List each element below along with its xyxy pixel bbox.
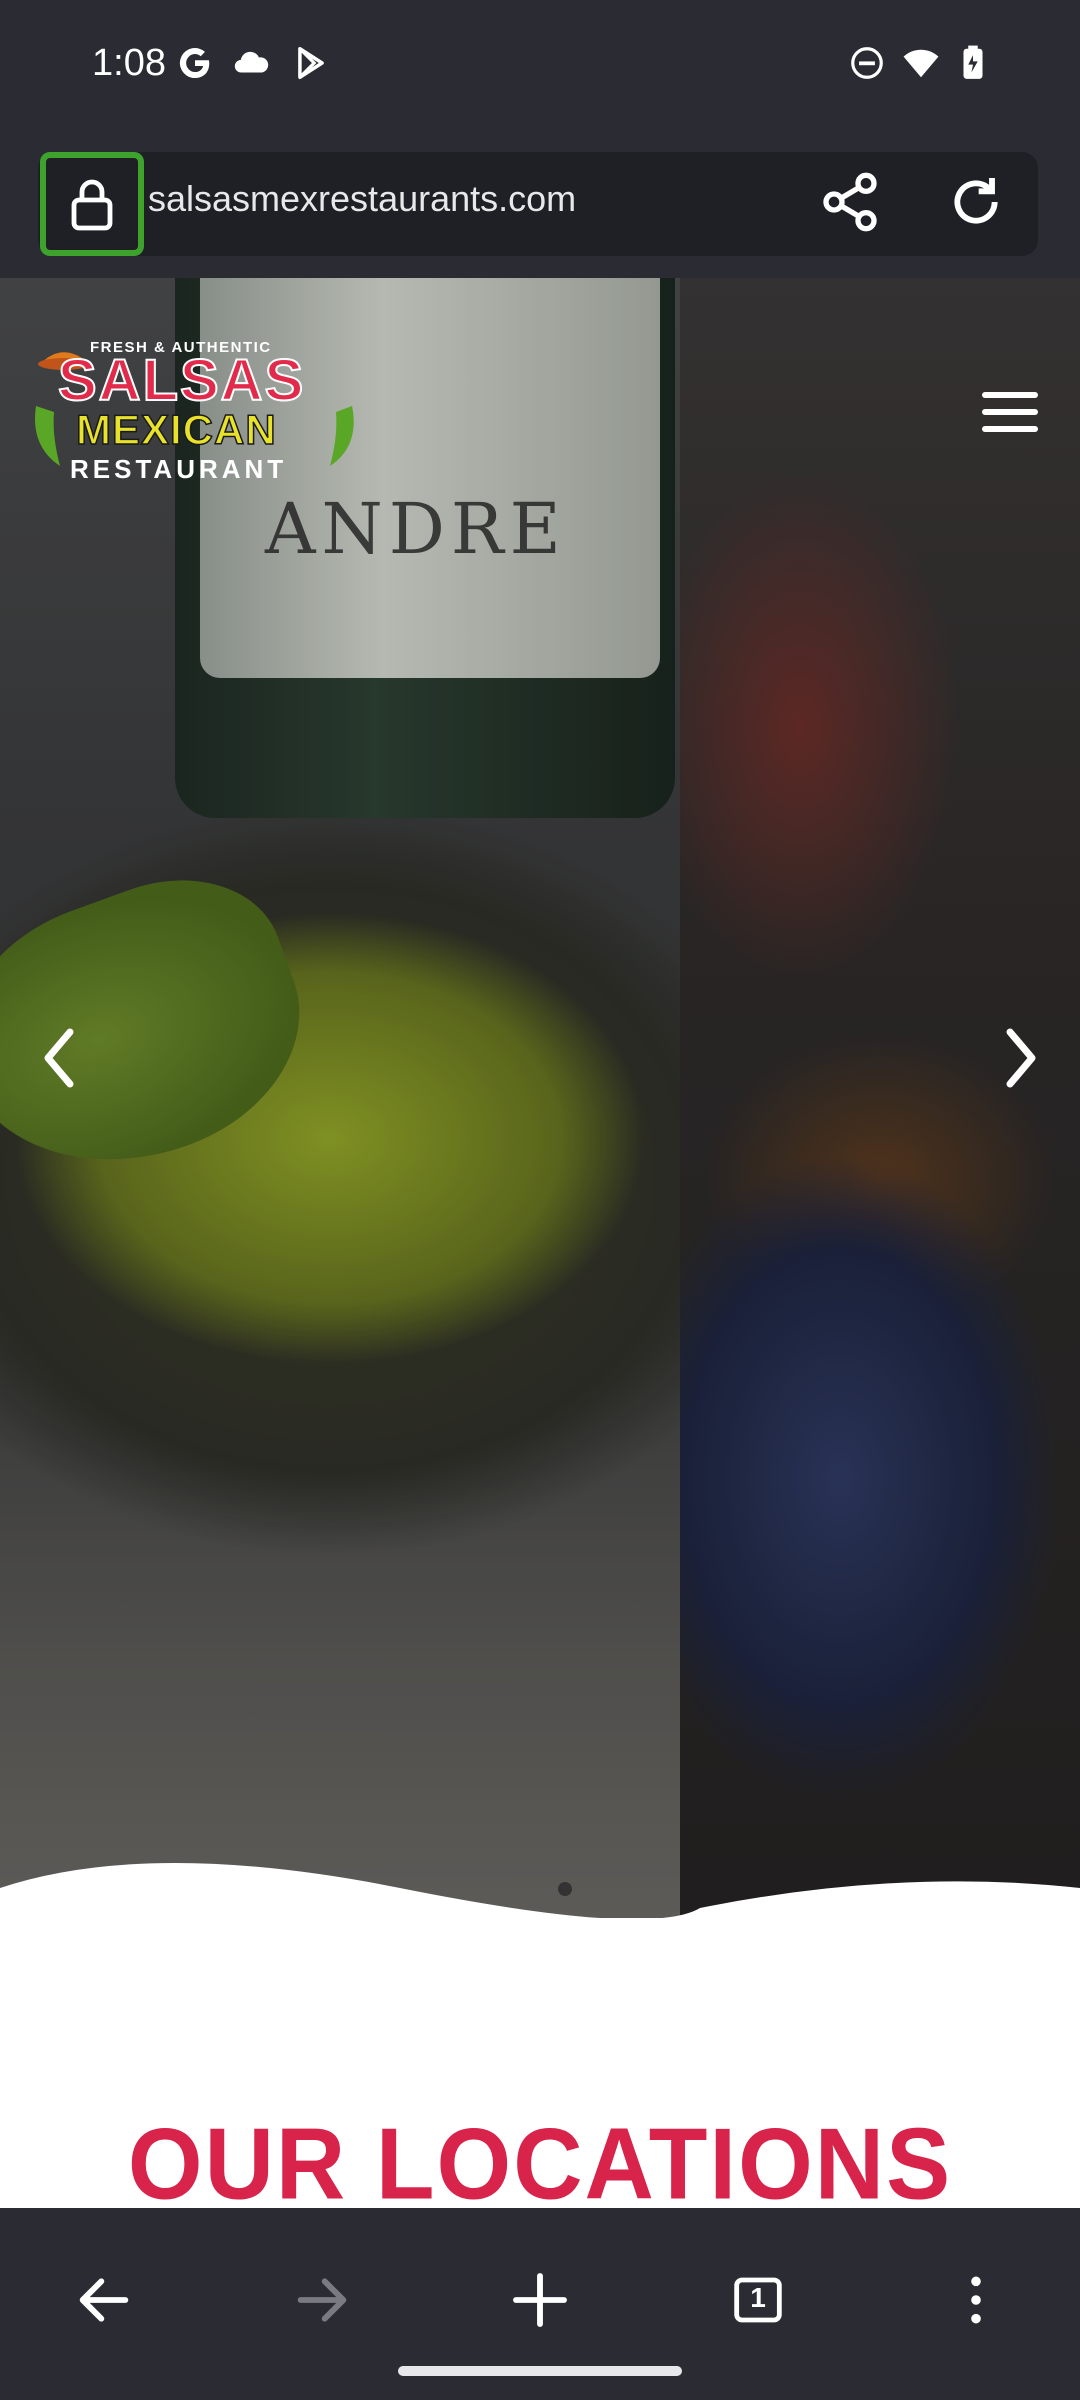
battery-charging-icon bbox=[963, 45, 983, 79]
url-text[interactable]: salsasmexrestaurants.com bbox=[148, 178, 576, 220]
back-arrow-icon[interactable] bbox=[72, 2268, 136, 2332]
forward-arrow-icon[interactable] bbox=[290, 2268, 354, 2332]
more-options-icon[interactable] bbox=[944, 2268, 1008, 2332]
carousel-indicator-dot[interactable] bbox=[558, 1882, 572, 1896]
share-icon[interactable] bbox=[818, 170, 882, 234]
hamburger-menu-icon[interactable] bbox=[982, 390, 1038, 434]
wifi-icon bbox=[903, 49, 939, 78]
chevron-right-icon[interactable] bbox=[990, 1018, 1050, 1098]
tab-count: 1 bbox=[750, 2282, 766, 2313]
play-store-icon bbox=[298, 47, 324, 79]
browser-toolbar: salsasmexrestaurants.com bbox=[0, 140, 1080, 278]
status-bar: 1:08 bbox=[0, 0, 1080, 140]
chevron-left-icon[interactable] bbox=[30, 1018, 90, 1098]
lock-icon bbox=[71, 179, 113, 231]
browser-bottom-bar: 1 bbox=[0, 2208, 1080, 2400]
status-time: 1:08 bbox=[92, 42, 166, 84]
logo-restaurant: RESTAURANT bbox=[70, 454, 287, 484]
hero-carousel: ANDRE FRESH & AUTHENTIC SALSAS MEXICAN R… bbox=[0, 278, 1080, 1918]
logo-salsas: SALSAS bbox=[58, 348, 305, 413]
logo-mexican: MEXICAN bbox=[76, 406, 277, 453]
do-not-disturb-icon bbox=[851, 47, 883, 79]
restaurant-logo[interactable]: FRESH & AUTHENTIC SALSAS MEXICAN RESTAUR… bbox=[30, 336, 360, 486]
section-title-locations: OUR LOCATIONS bbox=[127, 2108, 953, 2221]
lock-button[interactable] bbox=[40, 152, 144, 256]
wave-divider bbox=[0, 1863, 1080, 1918]
tab-switcher-button[interactable]: 1 bbox=[726, 2268, 790, 2332]
google-g-icon bbox=[179, 48, 210, 79]
cloud-icon bbox=[234, 51, 269, 73]
home-indicator[interactable] bbox=[398, 2366, 682, 2376]
reload-icon[interactable] bbox=[944, 170, 1008, 234]
new-tab-icon[interactable] bbox=[508, 2268, 572, 2332]
